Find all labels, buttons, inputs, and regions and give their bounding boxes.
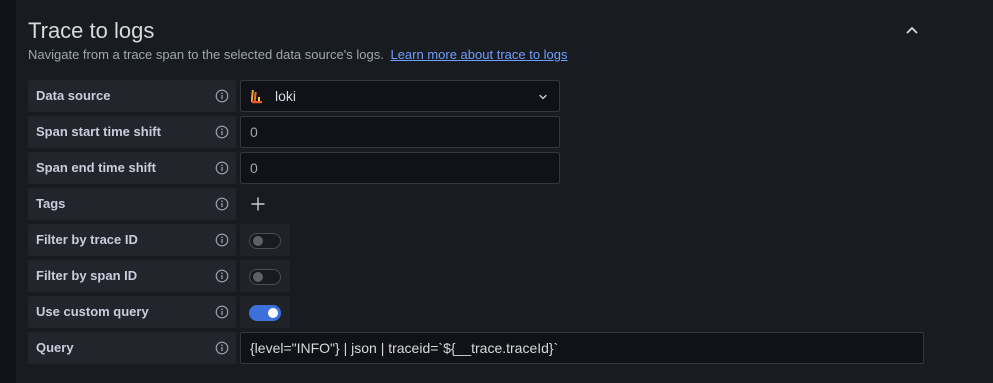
add-tag-plus-icon[interactable] <box>250 196 266 212</box>
info-icon[interactable] <box>215 89 229 103</box>
filter-span-id-toggle[interactable] <box>249 269 281 285</box>
toggle-knob <box>268 308 278 318</box>
filter-span-id-control <box>240 260 290 292</box>
query-control: {level="INFO"} | json | traceid=`${__tra… <box>240 332 924 364</box>
label-span-start-text: Span start time shift <box>36 124 161 139</box>
section-title: Trace to logs <box>28 18 155 43</box>
label-use-custom-query: Use custom query <box>28 296 236 328</box>
data-source-select[interactable]: loki <box>240 80 560 112</box>
query-input[interactable]: {level="INFO"} | json | traceid=`${__tra… <box>240 332 924 364</box>
label-tags: Tags <box>28 188 236 220</box>
chevron-down-icon <box>539 94 547 100</box>
trace-to-logs-section: Trace to logs Navigate from a trace span… <box>16 0 993 383</box>
label-filter-trace-id-text: Filter by trace ID <box>36 232 138 247</box>
filter-span-id-toggle-wrap <box>240 260 290 292</box>
label-span-start: Span start time shift <box>28 116 236 148</box>
label-span-end: Span end time shift <box>28 152 236 184</box>
info-icon[interactable] <box>215 305 229 319</box>
filter-trace-id-control <box>240 224 290 256</box>
label-data-source-text: Data source <box>36 88 111 103</box>
info-icon[interactable] <box>215 161 229 175</box>
span-end-input[interactable]: 0 <box>240 152 560 184</box>
use-custom-query-toggle-wrap <box>240 296 290 328</box>
section-description: Navigate from a trace span to the select… <box>28 47 568 62</box>
chevron-up-icon[interactable] <box>904 22 920 38</box>
label-data-source: Data source <box>28 80 236 112</box>
info-icon[interactable] <box>215 233 229 247</box>
info-icon[interactable] <box>215 125 229 139</box>
span-end-control: 0 <box>240 152 560 184</box>
label-query-text: Query <box>36 340 74 355</box>
description-text: Navigate from a trace span to the select… <box>28 47 384 62</box>
label-filter-trace-id: Filter by trace ID <box>28 224 236 256</box>
toggle-knob <box>253 272 263 282</box>
learn-more-link[interactable]: Learn more about trace to logs <box>390 47 567 62</box>
span-start-input[interactable]: 0 <box>240 116 560 148</box>
use-custom-query-toggle[interactable] <box>249 305 281 321</box>
label-span-end-text: Span end time shift <box>36 160 156 175</box>
toggle-knob <box>253 236 263 246</box>
label-query: Query <box>28 332 236 364</box>
label-use-custom-query-text: Use custom query <box>36 304 149 319</box>
span-start-control: 0 <box>240 116 560 148</box>
use-custom-query-control <box>240 296 290 328</box>
filter-trace-id-toggle-wrap <box>240 224 290 256</box>
label-filter-span-id: Filter by span ID <box>28 260 236 292</box>
info-icon[interactable] <box>215 269 229 283</box>
info-icon[interactable] <box>215 341 229 355</box>
data-source-control: loki <box>240 80 560 112</box>
filter-trace-id-toggle[interactable] <box>249 233 281 249</box>
label-filter-span-id-text: Filter by span ID <box>36 268 138 283</box>
data-source-value: loki <box>275 88 297 104</box>
loki-logo-icon <box>251 90 262 104</box>
label-tags-text: Tags <box>36 196 66 211</box>
info-icon[interactable] <box>215 197 229 211</box>
